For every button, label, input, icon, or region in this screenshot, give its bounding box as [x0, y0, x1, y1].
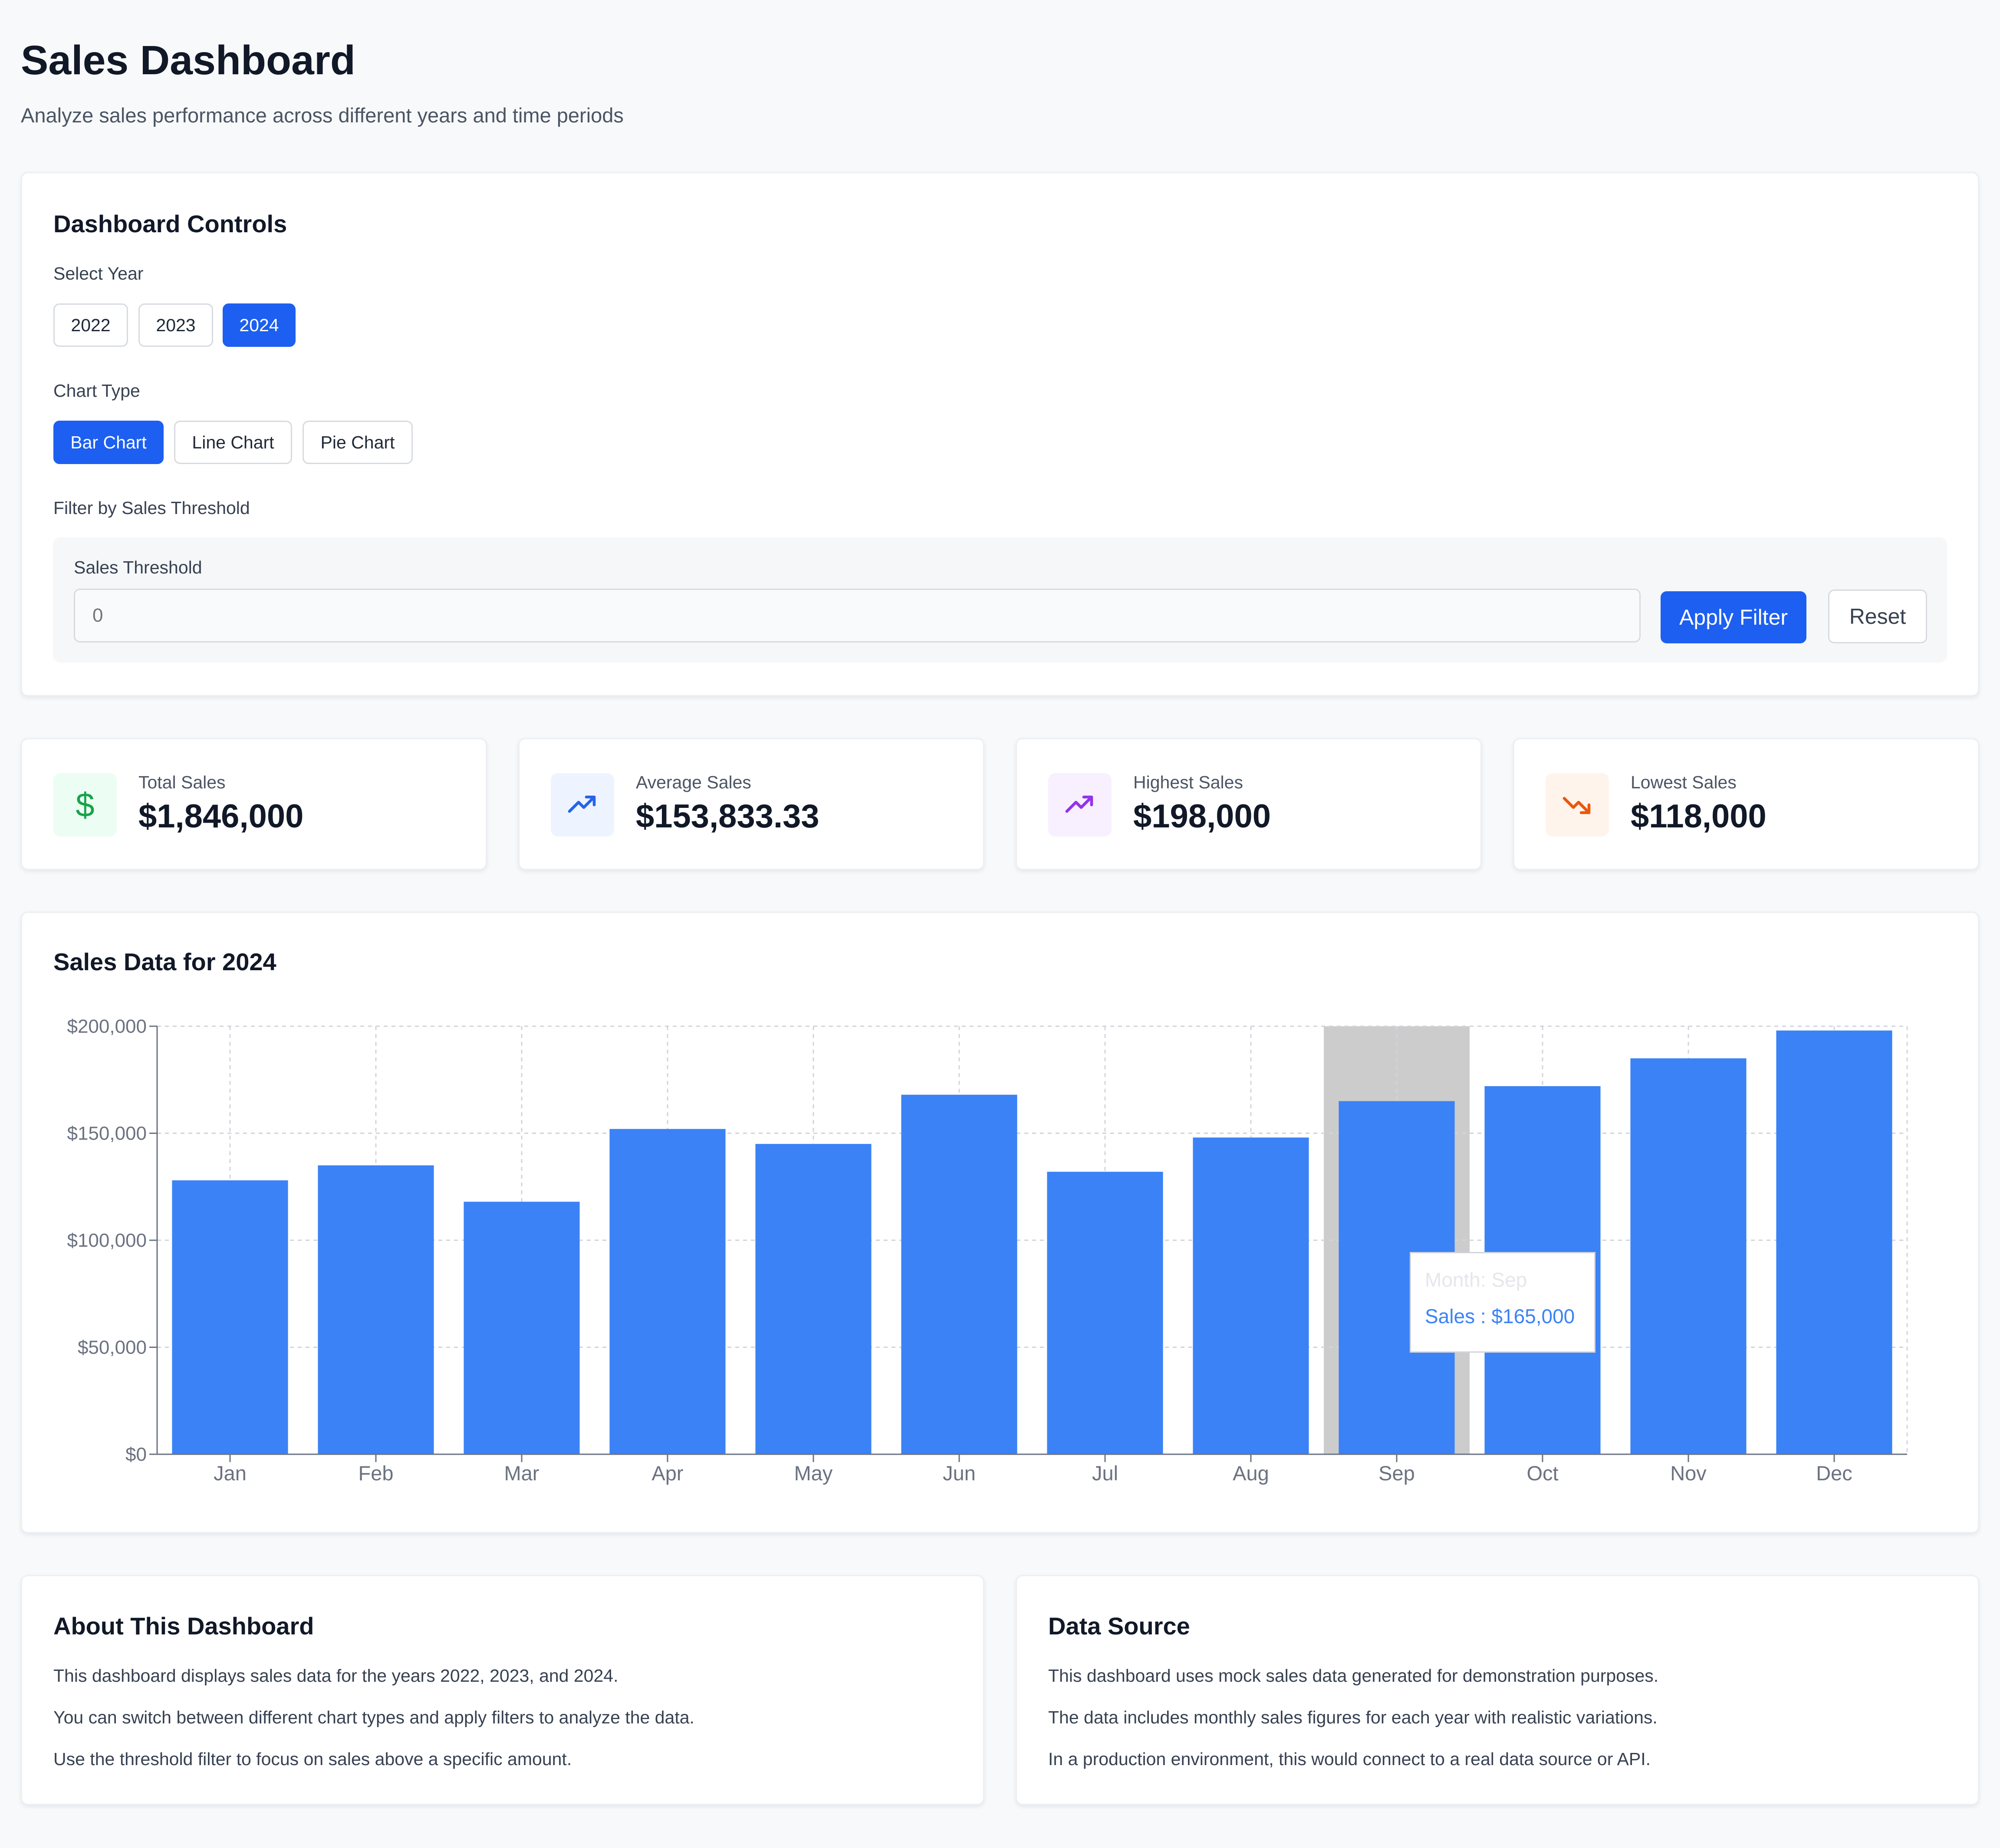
data-source-card: Data Source This dashboard uses mock sal… [1016, 1575, 1979, 1805]
data-source-line: This dashboard uses mock sales data gene… [1048, 1666, 1659, 1686]
bar-may [755, 1144, 872, 1454]
bar-jan [172, 1180, 288, 1454]
x-tick-label: Oct [1526, 1462, 1558, 1485]
data-source-line: In a production environment, this would … [1048, 1749, 1651, 1769]
x-tick-label: Jan [214, 1462, 247, 1485]
x-tick-label: Aug [1233, 1462, 1269, 1485]
x-tick-label: Sep [1378, 1462, 1415, 1485]
dashboard-page: Sales Dashboard Analyze sales performanc… [0, 0, 2000, 1848]
x-tick-label: Dec [1816, 1462, 1852, 1485]
x-tick-label: Jul [1092, 1462, 1118, 1485]
sales-bar-chart: $0 $50,000 $100,000 $150,000 $200,000 Jan Feb M… [67, 1016, 1908, 1485]
about-line: Use the threshold filter to focus on sal… [53, 1749, 572, 1769]
bar-apr [609, 1129, 726, 1454]
bar-dec [1776, 1030, 1892, 1454]
bar-aug [1193, 1137, 1309, 1454]
bar-jun [901, 1094, 1017, 1454]
y-tick-label: $50,000 [78, 1337, 147, 1358]
chart-tooltip: Month: Sep Sales : $165,000 [1410, 1252, 1595, 1353]
y-tick-label: $200,000 [67, 1016, 147, 1037]
x-tick-label: Feb [359, 1462, 394, 1485]
about-card: About This Dashboard This dashboard disp… [21, 1575, 984, 1805]
about-line: You can switch between different chart t… [53, 1707, 694, 1727]
about-line: This dashboard displays sales data for t… [53, 1666, 618, 1686]
tooltip-title: Month: Sep [1425, 1268, 1527, 1291]
bar-jul [1047, 1172, 1163, 1454]
x-tick-label: May [794, 1462, 833, 1485]
about-title: About This Dashboard [53, 1612, 314, 1640]
tooltip-value: Sales : $165,000 [1425, 1305, 1575, 1328]
y-tick-label: $0 [125, 1444, 147, 1465]
x-tick-label: Nov [1670, 1462, 1707, 1485]
y-tick-label: $150,000 [67, 1123, 147, 1144]
x-tick-label: Apr [651, 1462, 683, 1485]
y-tick-label: $100,000 [67, 1230, 147, 1251]
data-source-line: The data includes monthly sales figures … [1048, 1707, 1658, 1727]
x-tick-label: Mar [504, 1462, 539, 1485]
bar-mar [464, 1202, 580, 1454]
bar-feb [318, 1165, 434, 1454]
data-source-title: Data Source [1048, 1612, 1190, 1640]
bar-nov [1630, 1058, 1747, 1454]
x-tick-label: Jun [943, 1462, 976, 1485]
